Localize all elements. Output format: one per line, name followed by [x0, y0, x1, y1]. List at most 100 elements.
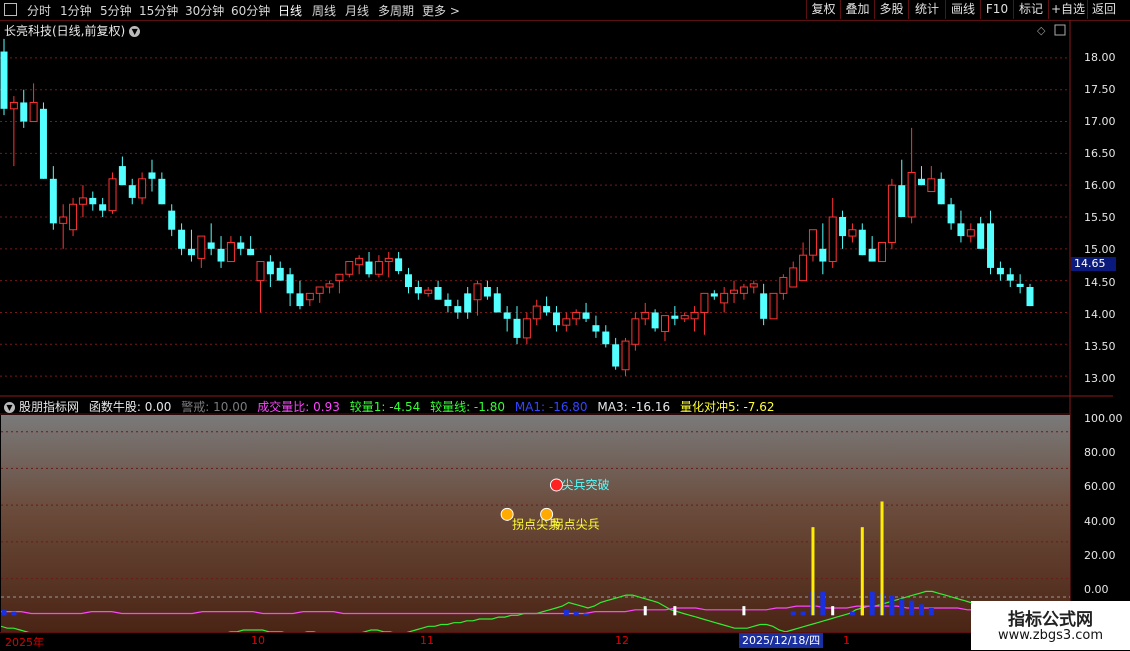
candle-body	[345, 261, 354, 275]
candle	[187, 229, 195, 262]
price-tick: 14.50	[1084, 276, 1116, 289]
candle-body	[89, 197, 97, 205]
candle-body	[493, 293, 501, 313]
candle	[660, 315, 669, 342]
price-tick: 13.50	[1084, 340, 1116, 353]
candle	[552, 306, 560, 332]
candle-body	[99, 204, 107, 211]
candle	[828, 197, 837, 268]
candle-body	[739, 286, 748, 294]
candle-body	[789, 267, 798, 288]
candle-body	[29, 101, 38, 123]
candle-body	[858, 229, 866, 256]
candle	[9, 96, 18, 167]
price-tick: 17.50	[1084, 83, 1116, 96]
indicator-value: MA3: -16.16	[597, 400, 671, 414]
candle	[374, 255, 383, 278]
candle	[178, 223, 186, 256]
candle	[345, 261, 354, 278]
indicator-value: 函数牛股: 0.00	[88, 400, 172, 414]
candle	[365, 252, 373, 278]
candle	[749, 280, 758, 294]
indicator-panel[interactable]: 拐点尖兵 拐点尖兵 尖兵突破	[1, 415, 1070, 632]
candle	[473, 280, 482, 316]
candle-body	[108, 178, 117, 212]
candle	[78, 185, 87, 217]
chevron-down-icon[interactable]: ▼	[4, 402, 15, 413]
candle-body	[217, 248, 225, 262]
candle-body	[602, 331, 610, 345]
blue-volume-bar	[909, 600, 915, 616]
candle	[572, 309, 581, 326]
candle	[819, 223, 827, 275]
candle	[937, 172, 945, 205]
diamond-icon[interactable]: ◇	[1037, 24, 1046, 37]
price-tick: 13.00	[1084, 372, 1116, 385]
candle	[158, 172, 166, 205]
candle-body	[562, 318, 571, 326]
candle	[631, 312, 640, 351]
blue-volume-bar	[563, 609, 569, 616]
candle-body	[957, 223, 965, 237]
candle-body	[828, 216, 837, 263]
indicator-name[interactable]: 股朋指标网	[19, 400, 79, 414]
candle	[957, 210, 965, 243]
blue-volume-bar	[918, 604, 924, 616]
candle-body	[552, 312, 560, 326]
candle	[424, 287, 433, 297]
candle-body	[20, 102, 28, 122]
blue-volume-bar	[820, 591, 826, 616]
candle-body	[473, 283, 482, 301]
candle-body	[819, 248, 827, 262]
candle-body	[887, 184, 896, 243]
candle-body	[197, 235, 206, 259]
price-tick: 14.00	[1084, 308, 1116, 321]
candle-body	[335, 273, 344, 282]
candle	[848, 223, 857, 243]
candle-body	[454, 306, 462, 313]
candle	[966, 223, 975, 243]
candle	[197, 235, 206, 268]
candle-body	[572, 311, 581, 320]
candle	[217, 236, 225, 268]
candle-body	[276, 267, 284, 281]
candle	[987, 210, 995, 275]
price-tick: 17.00	[1084, 115, 1116, 128]
candle-body	[966, 229, 975, 237]
indicator-value: 较量1: -4.54	[349, 400, 421, 414]
candle	[898, 159, 906, 217]
candle	[680, 312, 689, 322]
candle	[325, 280, 334, 294]
candle	[858, 223, 866, 256]
candle-body	[878, 241, 887, 263]
candle	[543, 296, 551, 316]
price-tick: 16.00	[1084, 179, 1116, 192]
candle-body	[69, 203, 78, 231]
candle	[1016, 274, 1024, 294]
indicator-header: ▼ 股朋指标网 函数牛股: 0.00 警戒: 10.00 成交量比: 0.93 较…	[4, 398, 781, 415]
maximize-icon[interactable]	[1054, 24, 1066, 36]
candle-body	[848, 229, 857, 237]
candle-body	[671, 315, 679, 319]
candle-body	[799, 254, 808, 282]
date-label: 1	[843, 634, 850, 647]
price-tick: 16.50	[1084, 147, 1116, 160]
candle-body	[730, 289, 739, 294]
candle-body	[839, 217, 847, 237]
indicator-tick: 20.00	[1084, 549, 1116, 562]
candle-body	[286, 274, 294, 294]
candle	[207, 223, 215, 256]
candle-body	[749, 283, 758, 288]
candle	[907, 127, 916, 224]
candle	[226, 236, 235, 263]
candle	[710, 290, 718, 300]
candle	[868, 236, 876, 262]
candle-body	[128, 185, 136, 198]
candle-body	[720, 292, 729, 304]
candle-body	[464, 293, 472, 313]
indicator-chart: 拐点尖兵拐点尖兵尖兵突破	[1, 431, 1070, 632]
candle	[266, 255, 274, 287]
candle	[20, 89, 28, 128]
candle	[99, 197, 107, 217]
candle-body	[977, 223, 985, 249]
